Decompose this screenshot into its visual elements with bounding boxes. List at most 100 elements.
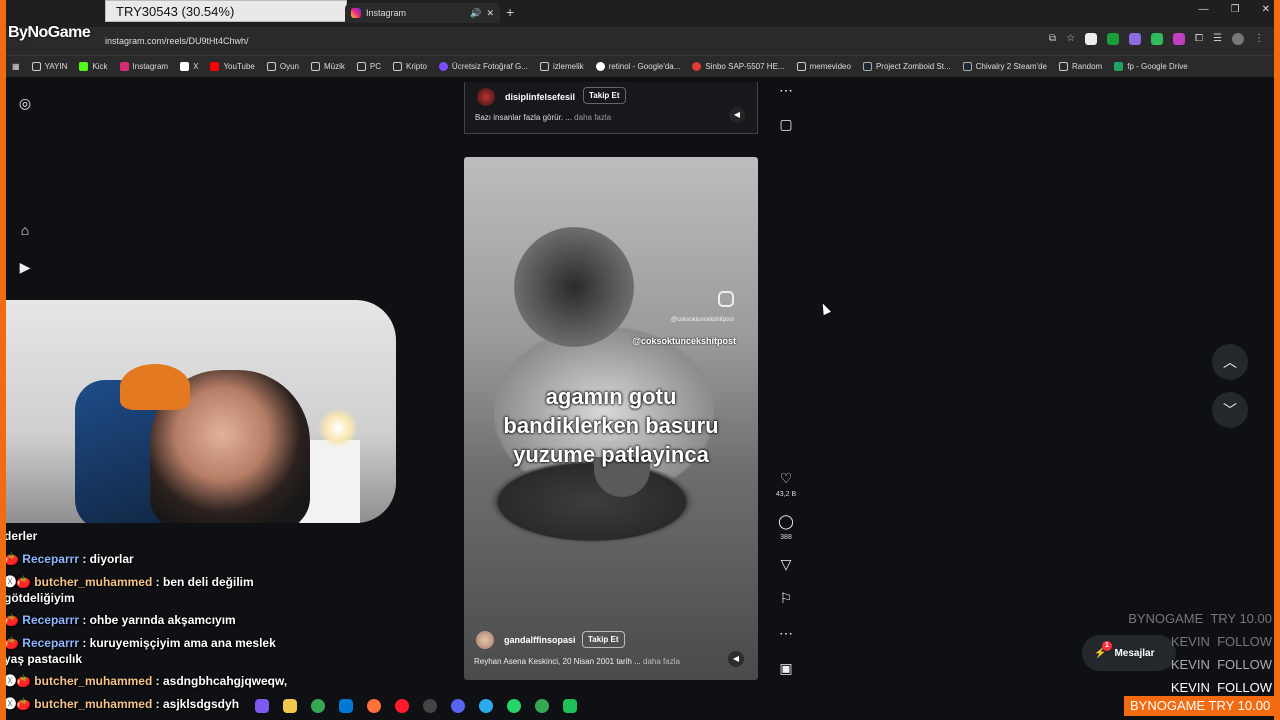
bookmark-item[interactable]: Oyun [266,62,299,71]
comment-icon[interactable]: ◯ [776,513,796,530]
url-text[interactable]: instagram.com/reels/DU9tHt4Chwh/ [105,36,249,46]
bookmark-item[interactable]: izlemelik [539,62,584,71]
taskbar [255,696,685,716]
bookmark-item[interactable]: Kripto [393,62,427,71]
whatsapp-icon[interactable] [507,699,521,713]
extension-5-icon[interactable] [1173,33,1186,45]
firefox-icon[interactable] [367,699,381,713]
avatar[interactable] [477,88,495,106]
speaker-icon[interactable]: 🔊 [470,8,481,19]
alert-detail: FOLLOW [1217,657,1272,672]
tab-instagram[interactable]: Instagram 🔊 ✕ [345,3,500,23]
more-link[interactable]: daha fazla [574,113,611,122]
video-frame-tray [482,457,702,547]
reel-username[interactable]: gandalffinsopasi [504,635,576,645]
alert-detail: FOLLOW [1217,634,1272,649]
telegram-icon[interactable] [479,699,493,713]
alert-name: BYNOGAME [1128,611,1204,626]
copilot-icon[interactable] [255,699,269,713]
reading-list-icon[interactable]: ☰ [1213,33,1222,45]
alert-feed: BYNOGAME TRY 10.00 KEVIN FOLLOW KEVIN FO… [1128,607,1272,699]
alert-detail: TRY 10.00 [1210,611,1272,626]
chat-overlay: derler 🍅 Receparrr : diyorlar 🅧🍅 butcher… [4,525,404,716]
extensions-puzzle-icon[interactable]: ⧠ [1195,33,1203,45]
bookmark-item[interactable]: X [180,62,198,71]
bookmark-item[interactable]: Instagram [119,62,168,71]
install-app-icon[interactable]: ⧉ [1049,33,1056,45]
file-explorer-icon[interactable] [283,699,297,713]
bookmark-item[interactable]: Müzik [311,62,345,71]
extension-2-icon[interactable] [1107,33,1120,45]
previous-reel-button[interactable]: ︿ [1212,344,1248,380]
kick-icon [79,62,89,71]
instagram-logo-icon[interactable]: ◎ [17,95,33,111]
chrome-icon[interactable] [311,699,325,713]
bookmark-item[interactable]: Chivalry 2 Steam'de [962,62,1047,71]
avatar[interactable] [476,631,494,649]
bookmark-item[interactable]: Random [1058,62,1102,71]
restore-icon[interactable]: ❐ [1231,4,1240,15]
drive-icon [1114,62,1124,71]
extension-3-icon[interactable] [1129,33,1142,45]
discord-icon[interactable] [451,699,465,713]
app-icon[interactable] [563,699,577,713]
reel-caption: Reyhan Asena Keskinci, 20 Nisan 2001 tar… [474,657,680,666]
alert-name: KEVIN [1170,680,1210,695]
like-count: 43,2 B [775,491,797,498]
save-bookmark-icon[interactable]: ⚐ [776,590,796,607]
extension-1-icon[interactable] [1085,33,1098,45]
message-count-badge: 1 [1102,641,1112,651]
bookmark-item[interactable]: retinol - Google'da... [595,62,680,71]
bookmark-item[interactable]: YAYIN [31,62,67,71]
close-window-icon[interactable]: ✕ [1262,4,1270,15]
reel-overlay-text: agamın gotu bandiklerken basuru yuzume p… [464,382,758,469]
more-options-icon[interactable]: ⋯ [776,82,796,99]
chat-username: Receparrr [22,613,79,627]
minimize-icon[interactable]: — [1199,4,1209,15]
mail-icon[interactable] [339,699,353,713]
follow-button[interactable]: Takip Et [582,631,625,648]
bookmark-item[interactable]: Ücretsiz Fotoğraf G... [438,62,528,71]
reel-video[interactable]: @coksoktuncekshitpost @coksoktuncekshitp… [464,157,758,680]
more-link[interactable]: daha fazla [643,657,680,666]
opera-icon[interactable] [395,699,409,713]
reel-caption: Bazı insanlar fazla görür. ... daha fazl… [475,113,611,122]
like-heart-icon[interactable]: ♡ [776,470,796,487]
extension-4-icon[interactable] [1151,33,1164,45]
audio-thumbnail-icon[interactable]: ▢ [776,116,796,133]
close-tab-icon[interactable]: ✕ [486,8,494,19]
caption-text: Reyhan Asena Keskinci, 20 Nisan 2001 tar… [474,657,641,666]
reels-icon[interactable]: ▶ [17,259,33,275]
more-options-icon[interactable]: ⋯ [776,625,796,642]
bookmark-item[interactable]: Kick [79,62,108,71]
chrome-icon[interactable] [535,699,549,713]
new-tab-button[interactable]: + [506,4,514,20]
steam-icon [862,62,872,71]
window-controls: — ❐ ✕ [1199,4,1270,15]
bookmark-item[interactable]: Project Zomboid St... [862,62,951,71]
profile-avatar-icon[interactable] [1232,33,1244,45]
obs-icon[interactable] [423,699,437,713]
overlay-line: yuzume patlayinca [513,442,709,467]
browser-menu-icon[interactable]: ⋮ [1254,33,1264,45]
bookmark-item[interactable]: PC [356,62,381,71]
apps-grid-icon[interactable]: ▦ [12,62,20,71]
share-icon[interactable]: ▽ [776,556,796,573]
speaker-icon[interactable]: ◀ [728,651,744,667]
site-icon [692,62,702,71]
bookmark-item[interactable]: Sinbo SAP-5507 HE... [692,62,785,71]
x-icon [180,62,190,71]
folder-icon [356,62,366,71]
address-bar[interactable]: instagram.com/reels/DU9tHt4Chwh/ ⧉ ☆ ⧠ ☰… [6,27,1274,55]
bookmark-item[interactable]: fp - Google Drive [1114,62,1188,71]
reel-username[interactable]: disiplinfelsefesil [505,92,575,102]
next-reel-button[interactable]: ﹀ [1212,392,1248,428]
chat-line: 🍅 Receparrr : diyorlar [4,552,134,566]
bookmark-item[interactable]: YouTube [210,62,255,71]
bookmark-item[interactable]: memevideo [796,62,851,71]
home-icon[interactable]: ⌂ [17,222,33,238]
follow-button[interactable]: Takip Et [583,87,626,104]
audio-thumbnail-icon[interactable]: ▣ [776,660,796,677]
speaker-icon[interactable]: ◀ [729,107,745,123]
bookmark-star-icon[interactable]: ☆ [1066,33,1075,45]
